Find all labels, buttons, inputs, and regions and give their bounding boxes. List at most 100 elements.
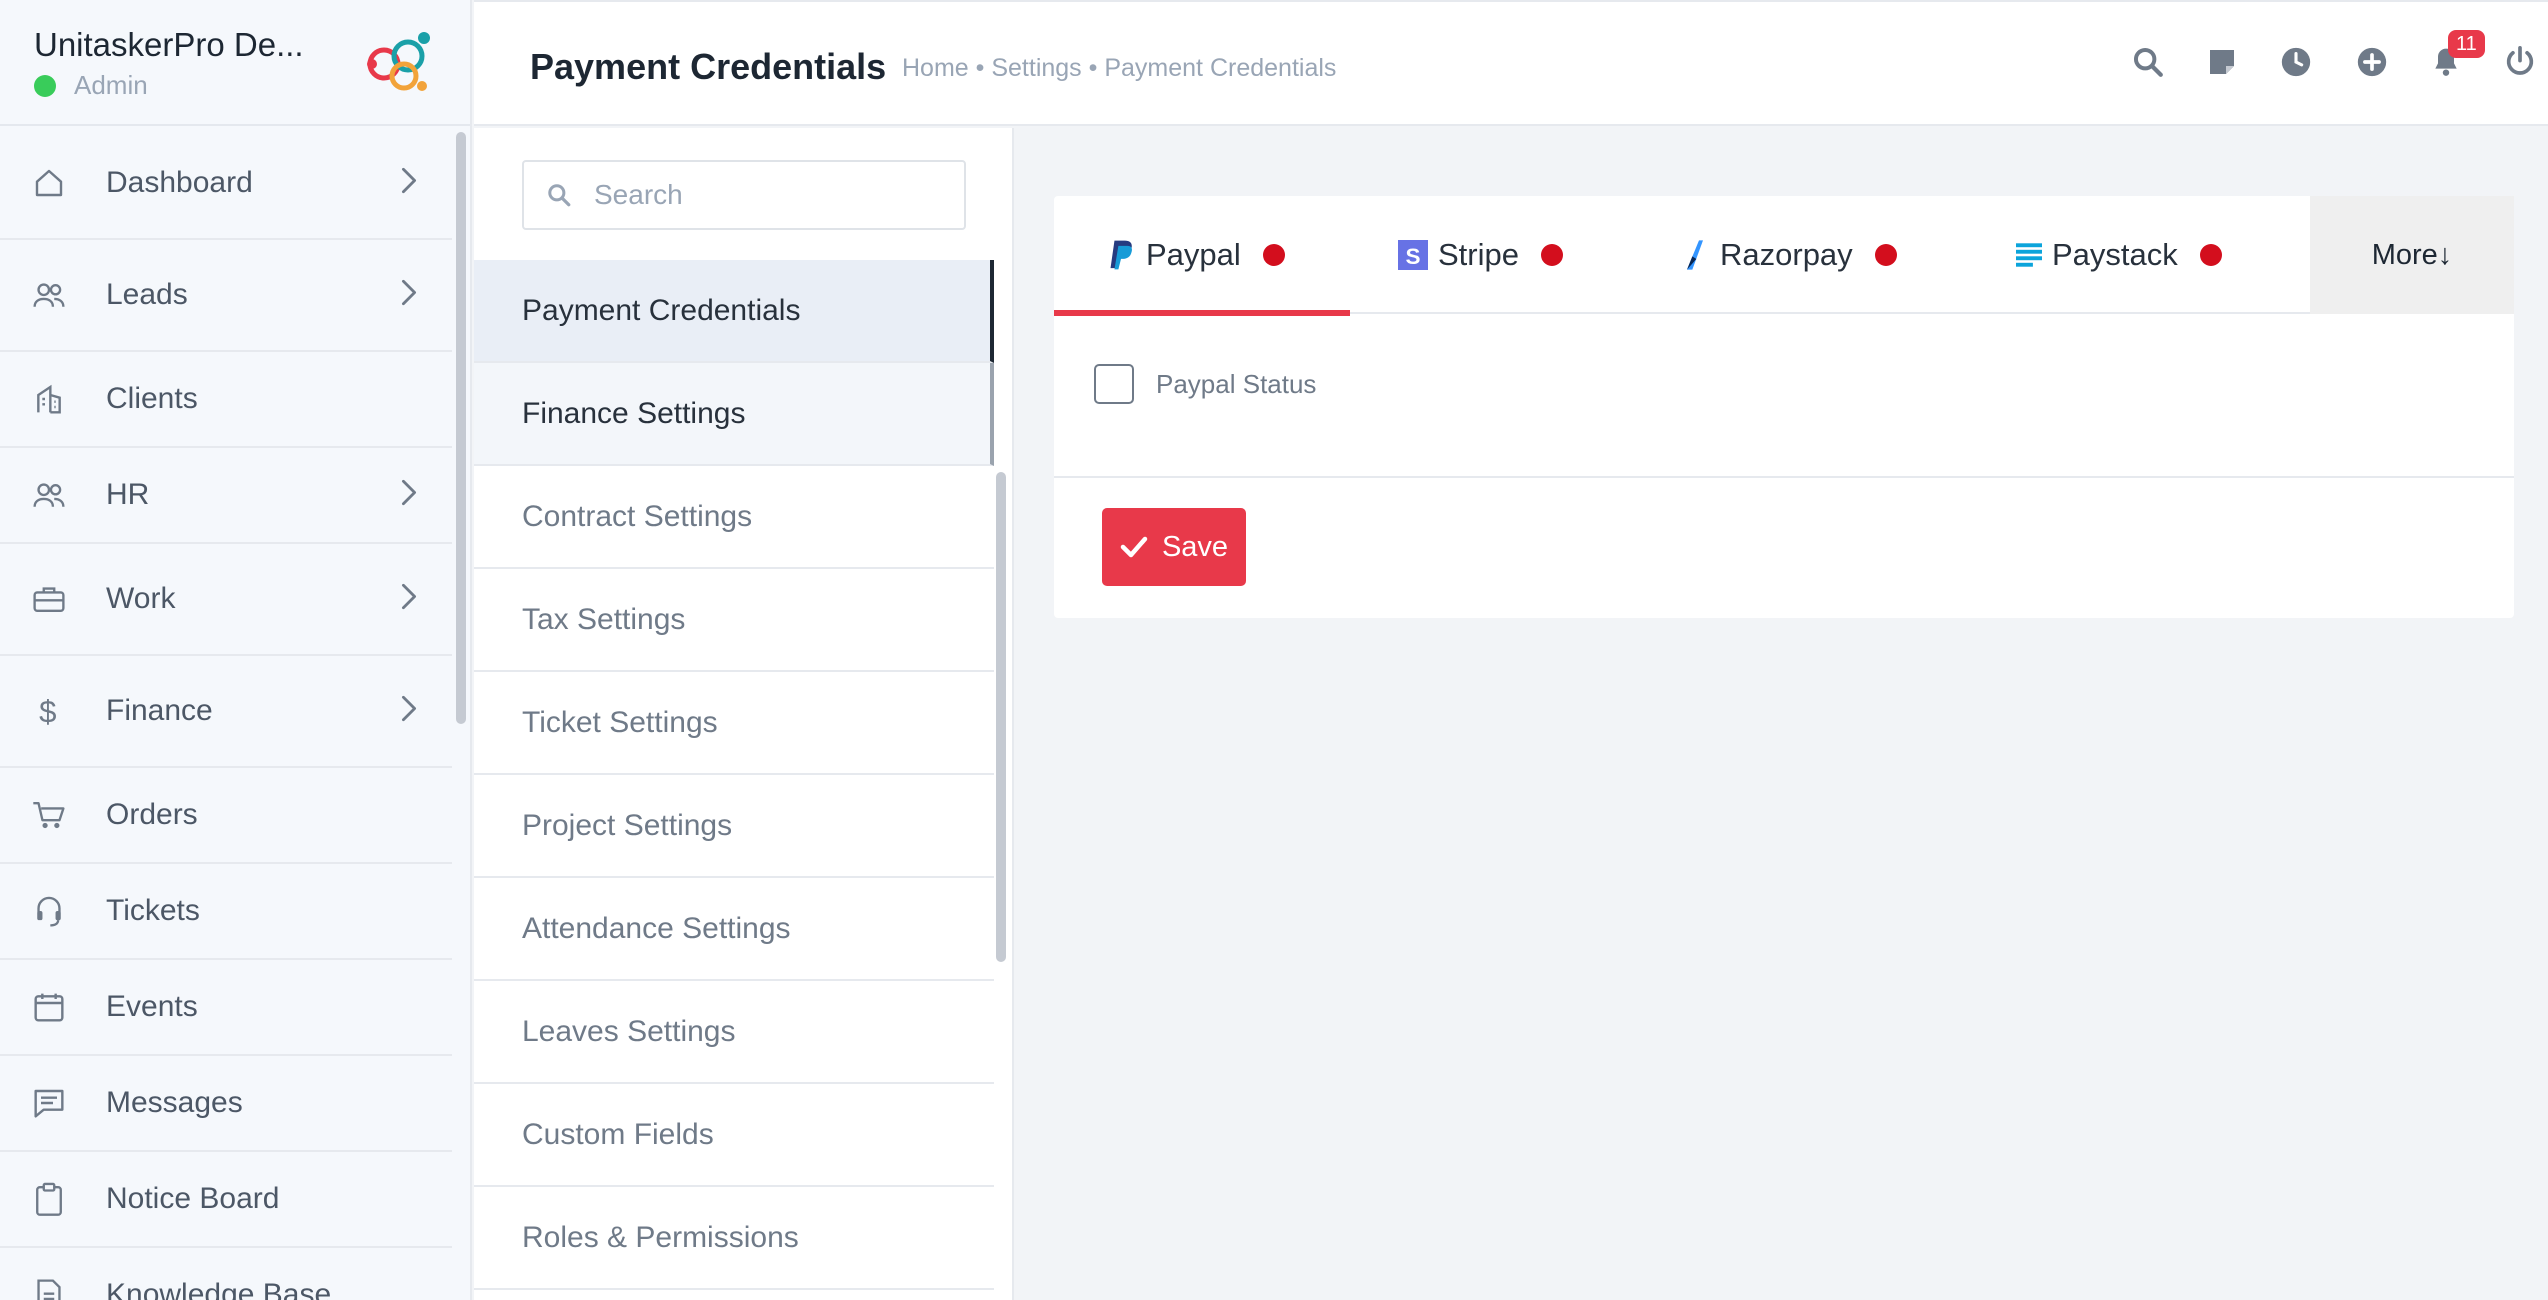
bell-icon[interactable]: 11	[2426, 30, 2485, 82]
settings-menu-item[interactable]: Payment Credentials	[474, 260, 994, 363]
top-header: Payment Credentials Home • Settings • Pa…	[474, 0, 2548, 126]
notification-badge: 11	[2448, 30, 2485, 58]
razorpay-icon	[1680, 239, 1710, 271]
clipboard-icon	[32, 1182, 66, 1216]
settings-search[interactable]	[522, 160, 966, 230]
power-icon[interactable]	[2500, 42, 2540, 82]
users-icon	[32, 478, 66, 512]
sidebar-nav: Dashboard Leads Clients HR Work $ Finance Order…	[0, 128, 452, 1300]
sidebar-item-work[interactable]: Work	[0, 544, 452, 656]
tab-paypal[interactable]: Paypal	[1054, 196, 1350, 316]
settings-menu-item[interactable]: Custom Fields	[474, 1084, 994, 1187]
sidebar-item-label: Work	[106, 582, 176, 615]
sidebar-item-leads[interactable]: Leads	[0, 240, 452, 352]
paypal-icon	[1106, 238, 1136, 272]
chevron-right-icon	[400, 479, 418, 512]
sidebar-item-hr[interactable]: HR	[0, 448, 452, 544]
status-dot	[1874, 244, 1897, 266]
settings-menu-item[interactable]: Attendance Settings	[474, 878, 994, 981]
breadcrumb: Home • Settings • Payment Credentials	[902, 54, 1336, 83]
sidebar-item-tickets[interactable]: Tickets	[0, 864, 452, 960]
tab-label: Paypal	[1146, 237, 1241, 272]
sidebar-item-label: Finance	[106, 694, 213, 727]
clock-icon[interactable]	[2276, 42, 2316, 82]
status-dot	[1262, 244, 1285, 266]
page-title: Payment Credentials	[530, 46, 887, 87]
dollar-icon: $	[32, 694, 66, 728]
cart-icon	[32, 798, 66, 832]
tab-label: Paystack	[2052, 237, 2178, 272]
stripe-icon: S	[1398, 240, 1428, 270]
breadcrumb-separator: •	[968, 54, 992, 82]
add-circle-icon[interactable]	[2352, 42, 2392, 82]
home-icon	[32, 166, 66, 200]
tab-paystack[interactable]: Paystack	[2016, 196, 2222, 314]
sidebar-scrollbar[interactable]	[456, 132, 466, 724]
user-role-label: Admin	[74, 70, 148, 100]
sidebar-item-label: Dashboard	[106, 166, 253, 199]
document-icon	[32, 1278, 66, 1300]
settings-menu-item[interactable]: Ticket Settings	[474, 672, 994, 775]
sidebar-item-label: Orders	[106, 798, 198, 831]
sidebar-item-label: HR	[106, 478, 150, 511]
sidebar: UnitaskerPro De... Admin Dashboard Leads C…	[0, 0, 472, 1300]
tab-razorpay[interactable]: Razorpay	[1680, 196, 1897, 314]
sidebar-item-clients[interactable]: Clients	[0, 352, 452, 448]
chat-icon	[32, 1086, 66, 1120]
sidebar-item-label: Clients	[106, 382, 198, 415]
save-button-label: Save	[1161, 530, 1229, 563]
sidebar-item-messages[interactable]: Messages	[0, 1056, 452, 1152]
sidebar-item-label: Knowledge Base	[106, 1278, 332, 1300]
divider	[1054, 476, 2514, 478]
sidebar-item-label: Messages	[106, 1086, 243, 1119]
breadcrumb-separator: •	[1081, 54, 1105, 82]
chevron-right-icon	[400, 279, 418, 312]
settings-submenu: Payment CredentialsFinance SettingsContr…	[474, 128, 1014, 1300]
paypal-status-row: Paypal Status	[1094, 364, 1316, 404]
search-icon	[546, 182, 572, 208]
sidebar-item-label: Events	[106, 990, 198, 1023]
settings-menu-item[interactable]: Roles & Permissions	[474, 1187, 994, 1290]
headset-icon	[32, 894, 66, 928]
paypal-status-label[interactable]: Paypal Status	[1156, 369, 1316, 400]
settings-search-input[interactable]	[594, 179, 954, 211]
svg-text:$: $	[39, 694, 56, 728]
more-tabs-button[interactable]: More↓	[2310, 196, 2514, 314]
settings-menu-item[interactable]: Contract Settings	[474, 466, 994, 569]
paypal-status-checkbox[interactable]	[1094, 364, 1134, 404]
payment-credentials-card: Paystack Razorpay S Stripe Paypal More↓ Payp…	[1054, 196, 2514, 618]
user-role: Admin	[34, 70, 148, 101]
breadcrumb-item[interactable]: Home	[902, 54, 969, 83]
settings-menu-list: Payment Credentials Finance Settings Contr…	[474, 260, 994, 1290]
sidebar-item-label: Notice Board	[106, 1182, 280, 1215]
sticky-note-icon[interactable]	[2202, 42, 2242, 82]
sidebar-item-finance[interactable]: $ Finance	[0, 656, 452, 768]
building-icon	[32, 382, 66, 416]
settings-menu-item[interactable]: Tax Settings	[474, 569, 994, 672]
sidebar-item-notice-board[interactable]: Notice Board	[0, 1152, 452, 1248]
sidebar-item-label: Tickets	[106, 894, 200, 927]
status-dot	[2199, 244, 2222, 266]
breadcrumb-item[interactable]: Settings	[991, 54, 1081, 83]
sidebar-item-label: Leads	[106, 278, 188, 311]
search-icon[interactable]	[2128, 42, 2168, 82]
company-logo	[367, 32, 430, 91]
sidebar-item-orders[interactable]: Orders	[0, 768, 452, 864]
sidebar-item-events[interactable]: Events	[0, 960, 452, 1056]
submenu-scrollbar[interactable]	[996, 472, 1006, 962]
sidebar-item-dashboard[interactable]: Dashboard	[0, 128, 452, 240]
svg-text:S: S	[1406, 244, 1421, 269]
save-button[interactable]: Save	[1102, 508, 1246, 586]
payment-gateway-tabs: Paystack Razorpay S Stripe Paypal More↓	[1054, 196, 2514, 316]
settings-menu-item[interactable]: Finance Settings	[474, 363, 994, 466]
online-status-dot	[34, 74, 56, 97]
calendar-icon	[32, 990, 66, 1024]
status-dot	[1540, 244, 1563, 266]
sidebar-item-knowledge-base[interactable]: Knowledge Base	[0, 1248, 452, 1300]
settings-menu-item[interactable]: Project Settings	[474, 775, 994, 878]
paystack-icon	[2016, 242, 2042, 268]
tab-label: Stripe	[1438, 237, 1519, 272]
tab-stripe[interactable]: S Stripe	[1398, 196, 1563, 314]
brand-header[interactable]: UnitaskerPro De... Admin	[0, 0, 470, 126]
settings-menu-item[interactable]: Leaves Settings	[474, 981, 994, 1084]
